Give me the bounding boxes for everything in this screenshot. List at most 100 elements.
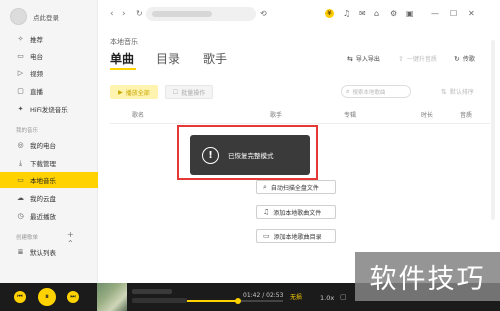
play-icon: ▶	[118, 88, 123, 96]
avatar[interactable]	[10, 8, 27, 25]
song-artist-blurred	[132, 298, 187, 303]
alert-icon: !	[202, 146, 219, 164]
cloud-icon: ☁	[17, 194, 24, 202]
column-quality[interactable]: 音质	[460, 110, 472, 122]
sort-icon: ⇅	[441, 87, 447, 96]
column-artist[interactable]: 歌手	[270, 110, 282, 122]
sidebar-item-live[interactable]: ▢ 直播	[0, 83, 98, 99]
quality-label[interactable]: 无损	[290, 292, 302, 301]
user-login[interactable]: 点此登录	[10, 8, 59, 25]
my-music-section-label: 我的音乐	[16, 128, 39, 134]
sidebar-item-hifi[interactable]: ✦ HiFi发烧音乐	[0, 101, 98, 117]
sidebar-item-label: 推荐	[30, 36, 43, 44]
playlist-icon: ≣	[17, 248, 24, 256]
sidebar-item-radio[interactable]: ▭ 电台	[0, 48, 98, 64]
music-file-icon: ♫	[263, 208, 270, 216]
sidebar-item-label: 最近播放	[30, 213, 56, 221]
sidebar-item-download[interactable]: ⤓ 下载管理	[0, 155, 98, 171]
send-songs-button[interactable]: ↻ 传歌	[454, 54, 475, 64]
sidebar-item-label: 电台	[30, 53, 43, 61]
local-search-input[interactable]: ⌕ 搜索本地歌曲	[341, 85, 411, 98]
sidebar-item-video[interactable]: ▷ 视频	[0, 65, 98, 81]
topbar: ‹ › ↻ ⟲ ¥ ♫ ✉ ⌂ ⚙ ▣ — ☐ ✕	[98, 0, 500, 30]
scan-disk-button[interactable]: ⌕ 自动扫描全盘文件	[256, 180, 336, 194]
search-blurred-text	[152, 11, 212, 17]
tab-folders[interactable]: 目录	[156, 50, 180, 67]
add-songs-button[interactable]: ♫ 添加本地歌曲文件	[256, 205, 336, 219]
back-button[interactable]: ‹	[110, 9, 114, 19]
speed-label[interactable]: 1.0x	[320, 294, 334, 302]
sidebar-item-recent[interactable]: ◷ 最近播放	[0, 208, 98, 224]
search-icon: ⌕	[346, 87, 350, 95]
sidebar-item-label: 我的电台	[30, 142, 56, 150]
sidebar-item-label: 本地音乐	[30, 177, 56, 185]
previous-button[interactable]: ⏮	[14, 291, 26, 303]
column-title[interactable]: 歌名	[132, 110, 144, 122]
sidebar: 点此登录 ✧ 推荐 ▭ 电台 ▷ 视频 ▢ 直播 ✦ HiFi发烧音乐 我的音乐…	[0, 0, 98, 283]
search-icon: ⌕	[263, 182, 267, 191]
shirt-icon[interactable]: ⌂	[374, 9, 379, 18]
import-export-button[interactable]: ⇆ 导入导出	[347, 54, 380, 64]
progress-knob[interactable]	[234, 298, 241, 304]
maximize-icon[interactable]: ☐	[450, 9, 457, 18]
download-icon: ⤓	[18, 158, 23, 167]
sidebar-item-default-list[interactable]: ≣ 默认列表	[0, 244, 98, 260]
gesture-icon[interactable]: ⟲	[260, 9, 267, 18]
pause-button[interactable]: ⏸	[38, 288, 56, 306]
toast-message: ! 已恢复完整模式	[190, 135, 310, 175]
refresh-icon[interactable]: ↻	[136, 9, 143, 18]
sidebar-item-my-radio[interactable]: ◎ 我的电台	[0, 137, 98, 153]
minimize-icon[interactable]: —	[431, 9, 439, 18]
sidebar-item-cloud[interactable]: ☁ 我的云盘	[0, 190, 98, 206]
tab-songs[interactable]: 单曲	[110, 50, 134, 67]
recent-icon: ◷	[17, 212, 24, 220]
play-time: 01:42 / 02:53	[243, 292, 284, 299]
login-label[interactable]: 点此登录	[33, 12, 59, 22]
playlist-section-label: 创建歌单	[16, 235, 39, 241]
sidebar-item-local-music[interactable]: ▭ 本地音乐	[0, 172, 98, 188]
miniplayer-icon[interactable]: ▣	[406, 9, 414, 18]
progress-fill	[187, 300, 238, 302]
progress-slider[interactable]	[187, 298, 283, 304]
forward-button[interactable]: ›	[122, 9, 126, 19]
video-icon: ▷	[17, 69, 24, 77]
sidebar-item-label: HiFi发烧音乐	[30, 106, 68, 114]
add-folder-button[interactable]: ▭ 添加本地歌曲目录	[256, 229, 336, 243]
sidebar-item-label: 直播	[30, 88, 43, 96]
hifi-icon: ✦	[17, 105, 24, 113]
headphones-icon[interactable]: ♫	[343, 9, 350, 18]
column-album[interactable]: 专辑	[344, 110, 356, 122]
coin-icon[interactable]: ¥	[325, 9, 334, 18]
tab-active-indicator	[110, 68, 136, 70]
sidebar-item-label: 默认列表	[30, 249, 56, 257]
sidebar-item-label: 我的云盘	[30, 195, 56, 203]
radio-icon: ▭	[17, 52, 24, 60]
import-export-icon: ⇆	[347, 54, 353, 63]
watermark: 软件技巧	[355, 252, 500, 301]
message-icon[interactable]: ✉	[359, 9, 366, 18]
upgrade-quality-button[interactable]: ⇧ 一键升音质	[398, 54, 437, 64]
upgrade-icon: ⇧	[398, 54, 404, 63]
local-music-icon: ▭	[17, 176, 24, 184]
sync-icon: ↻	[454, 54, 460, 63]
toast-text: 已恢复完整模式	[228, 152, 274, 160]
lyrics-icon[interactable]: ▢	[340, 293, 347, 301]
song-title-blurred	[132, 289, 172, 294]
batch-operation-button[interactable]: ☐ 批量操作	[165, 85, 213, 99]
recommend-icon: ✧	[17, 35, 24, 43]
scrollbar[interactable]	[491, 40, 495, 220]
my-radio-icon: ◎	[17, 141, 24, 149]
page-title: 本地音乐	[110, 38, 138, 46]
tab-artists[interactable]: 歌手	[203, 50, 227, 67]
column-duration[interactable]: 时长	[421, 110, 433, 122]
album-art[interactable]	[97, 283, 127, 311]
play-all-button[interactable]: ▶ 播放全部	[110, 85, 158, 99]
close-icon[interactable]: ✕	[468, 9, 475, 18]
default-sort-button[interactable]: ⇅ 默认排序	[441, 87, 474, 97]
next-button[interactable]: ⏭	[67, 291, 79, 303]
sidebar-item-recommend[interactable]: ✧ 推荐	[0, 31, 98, 47]
search-input[interactable]	[146, 7, 256, 21]
divider	[110, 123, 490, 124]
settings-icon[interactable]: ⚙	[390, 9, 397, 18]
folder-icon: ▭	[263, 232, 270, 240]
